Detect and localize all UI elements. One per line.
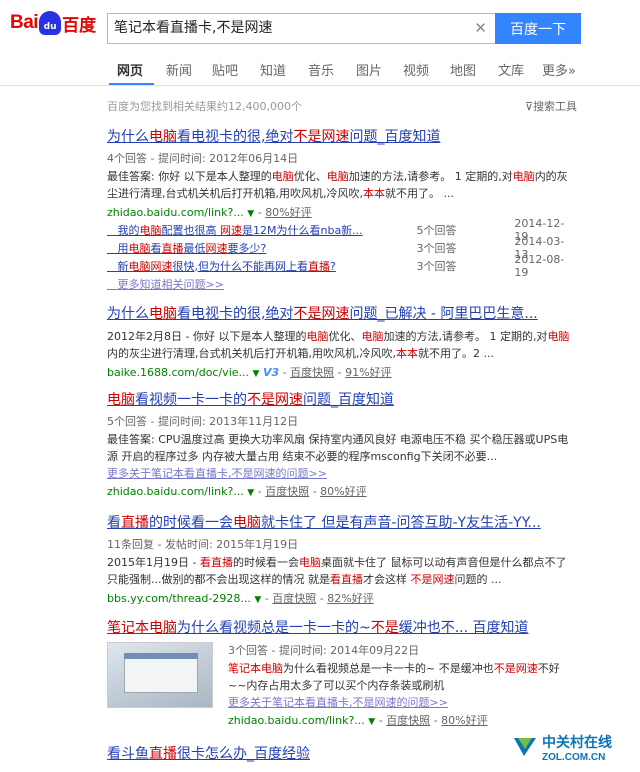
thumbnail-window	[124, 653, 198, 693]
result-rating[interactable]: 80%好评	[441, 714, 487, 727]
result-rating[interactable]: 91%好评	[345, 366, 391, 379]
result-snippet: 2015年1月19日 - 看直播的时候看一会电脑桌面就卡住了 鼠标可以动有声音但…	[107, 556, 567, 586]
search-input[interactable]	[114, 19, 464, 35]
snapshot-link[interactable]: 百度快照	[290, 366, 334, 379]
result-snippet: 最佳答案: CPU温度过高 更换大功率风扇 保持室内通风良好 电源电压不稳 买个…	[107, 433, 569, 463]
sub-question-count: 3个回答	[416, 259, 457, 273]
more-related-link[interactable]: 更多关于笔记本看直播卡,不是网速的问题>>	[228, 694, 578, 710]
result-source: zhidao.baidu.com/link?... ▼ - 80%好评	[107, 206, 312, 219]
sub-question: 新电脑网速很快,但为什么不能再网上看直播? 3个回答 2012-08-19	[107, 253, 577, 279]
sub-question-title[interactable]: 新电脑网速很快,但为什么不能再网上看直播?	[107, 258, 416, 274]
result-title[interactable]: 电脑看视频一卡一卡的不是网速问题_百度知道	[107, 389, 577, 409]
result-meta: 5个回答 - 提问时间: 2013年11月12日	[107, 415, 299, 428]
snapshot-link[interactable]: 百度快照	[272, 592, 316, 605]
result-title[interactable]: 看斗鱼直播很卡怎么办_百度经验	[107, 743, 577, 763]
header: Bai du 百度 ✕ 百度一下	[0, 0, 640, 44]
caret-down-icon[interactable]: ▼	[247, 209, 254, 219]
result-url[interactable]: bbs.yy.com/thread-2928...	[107, 592, 251, 605]
tab-wenku[interactable]: 文库	[498, 60, 524, 79]
snapshot-link[interactable]: 百度快照	[386, 714, 430, 727]
result-snippet: 最佳答案: 你好 以下是本人整理的电脑优化、电脑加速的方法,请参考。 1 定期的…	[107, 170, 568, 200]
logo-text-cn: 百度	[62, 15, 97, 36]
sub-question-count: 5个回答	[416, 223, 457, 237]
result-rating[interactable]: 80%好评	[265, 206, 311, 219]
result-rating[interactable]: 80%好评	[320, 485, 366, 498]
caret-down-icon[interactable]: ▼	[253, 369, 260, 379]
result-meta: 11条回复 - 发帖时间: 2015年1月19日	[107, 538, 299, 551]
result-snippet: 2012年2月8日 - 你好 以下是本人整理的电脑优化、电脑加速的方法,请参考。…	[107, 330, 570, 360]
zol-watermark: 中关村在线 ZOL.COM.CN	[512, 722, 640, 772]
result-title[interactable]: 为什么电脑看电视卡的很,绝对不是网速问题_已解决 - 阿里巴巴生意...	[107, 303, 577, 323]
search-button[interactable]: 百度一下	[495, 13, 581, 44]
tab-video[interactable]: 视频	[403, 60, 429, 79]
result-title[interactable]: 笔记本电脑为什么看视频总是一卡一卡的~不是缓冲也不... 百度知道	[107, 617, 577, 637]
search-tools-label: 搜索工具	[533, 100, 578, 113]
result-stats: 百度为您找到相关结果约12,400,000个	[107, 100, 302, 113]
tab-more[interactable]: 更多»	[542, 60, 576, 79]
close-icon[interactable]: ✕	[474, 19, 487, 37]
tab-map[interactable]: 地图	[450, 60, 476, 79]
result-url[interactable]: zhidao.baidu.com/link?...	[107, 485, 244, 498]
result-source: zhidao.baidu.com/link?... ▼ - 百度快照 - 80%…	[107, 485, 367, 498]
caret-down-icon[interactable]: ▼	[368, 717, 375, 727]
result-url[interactable]: baike.1688.com/doc/vie...	[107, 366, 249, 379]
search-result: 为什么电脑看电视卡的很,绝对不是网速问题_已解决 - 阿里巴巴生意... 201…	[107, 303, 577, 380]
tab-web[interactable]: 网页	[117, 60, 143, 79]
sub-question-title[interactable]: 用电脑看直播最低网速要多少?	[107, 240, 416, 256]
result-title[interactable]: 看直播的时候看一会电脑就卡住了 但是有声音-问答互助-Y友生活-YY...	[107, 512, 577, 532]
search-result: 看斗鱼直播很卡怎么办_百度经验	[107, 743, 577, 763]
v3-badge-icon: V3	[262, 366, 280, 379]
result-snippet: 笔记本电脑为什么看视频总是一卡一卡的~ 不是缓冲也不是网速不好~~内存占用太多了…	[228, 662, 560, 692]
search-result: 为什么电脑看电视卡的很,绝对不是网速问题_百度知道 4个回答 - 提问时间: 2…	[107, 126, 577, 292]
tab-images[interactable]: 图片	[356, 60, 382, 79]
sub-question: 用电脑看直播最低网速要多少? 3个回答 2014-03-13	[107, 235, 577, 261]
caret-down-icon[interactable]: ▼	[254, 595, 261, 605]
result-url[interactable]: zhidao.baidu.com/link?...	[107, 206, 244, 219]
thumbnail-titlebar	[124, 653, 198, 659]
search-result: 电脑看视频一卡一卡的不是网速问题_百度知道 5个回答 - 提问时间: 2013年…	[107, 389, 577, 499]
result-body: 3个回答 - 提问时间: 2014年09月22日 笔记本电脑为什么看视频总是一卡…	[228, 642, 578, 728]
more-related-link[interactable]: 更多知道相关问题>>	[107, 276, 577, 292]
caret-down-icon[interactable]: ▼	[247, 488, 254, 498]
tab-tieba[interactable]: 贴吧	[212, 60, 238, 79]
search-result: 看直播的时候看一会电脑就卡住了 但是有声音-问答互助-Y友生活-YY... 11…	[107, 512, 577, 606]
watermark-en: ZOL.COM.CN	[542, 751, 606, 763]
search-tools[interactable]: ⊽搜索工具	[525, 98, 577, 114]
baidu-logo[interactable]: Bai du 百度	[10, 10, 96, 36]
logo-text-bai: Bai	[10, 12, 39, 33]
result-source: baike.1688.com/doc/vie... ▼ V3 - 百度快照 - …	[107, 366, 392, 379]
tab-zhidao[interactable]: 知道	[260, 60, 286, 79]
snapshot-link[interactable]: 百度快照	[265, 485, 309, 498]
result-title[interactable]: 为什么电脑看电视卡的很,绝对不是网速问题_百度知道	[107, 126, 577, 146]
result-meta: 4个回答 - 提问时间: 2012年06月14日	[107, 152, 299, 165]
tab-news[interactable]: 新闻	[166, 60, 192, 79]
nav-tabs: 网页 新闻 贴吧 知道 音乐 图片 视频 地图 文库 更多»	[0, 52, 640, 86]
active-tab-underline	[109, 83, 154, 85]
result-url[interactable]: zhidao.baidu.com/link?...	[228, 714, 365, 727]
watermark-cn: 中关村在线	[542, 734, 612, 751]
sub-question-count: 3个回答	[416, 241, 457, 255]
result-meta: 3个回答 - 提问时间: 2014年09月22日	[228, 644, 420, 657]
sub-question-date: 2012-08-19	[514, 252, 565, 279]
tab-music[interactable]: 音乐	[308, 60, 334, 79]
result-rating[interactable]: 82%好评	[327, 592, 373, 605]
filter-icon: ⊽	[525, 100, 534, 113]
sub-question: 我的电脑配置也很高 网速是12M为什么看nba新... 5个回答 2014-12…	[107, 217, 577, 243]
search-result: 笔记本电脑为什么看视频总是一卡一卡的~不是缓冲也不... 百度知道	[107, 617, 577, 637]
zol-logo-icon	[512, 734, 538, 760]
result-source: bbs.yy.com/thread-2928... ▼ - 百度快照 - 82%…	[107, 592, 374, 605]
result-thumbnail[interactable]	[107, 642, 213, 708]
search-box[interactable]: ✕	[107, 13, 495, 44]
more-related-link[interactable]: 更多关于笔记本看直播卡,不是网速的问题>>	[107, 465, 577, 481]
sub-question-title[interactable]: 我的电脑配置也很高 网速是12M为什么看nba新...	[107, 222, 416, 238]
paw-icon: du	[39, 11, 62, 35]
